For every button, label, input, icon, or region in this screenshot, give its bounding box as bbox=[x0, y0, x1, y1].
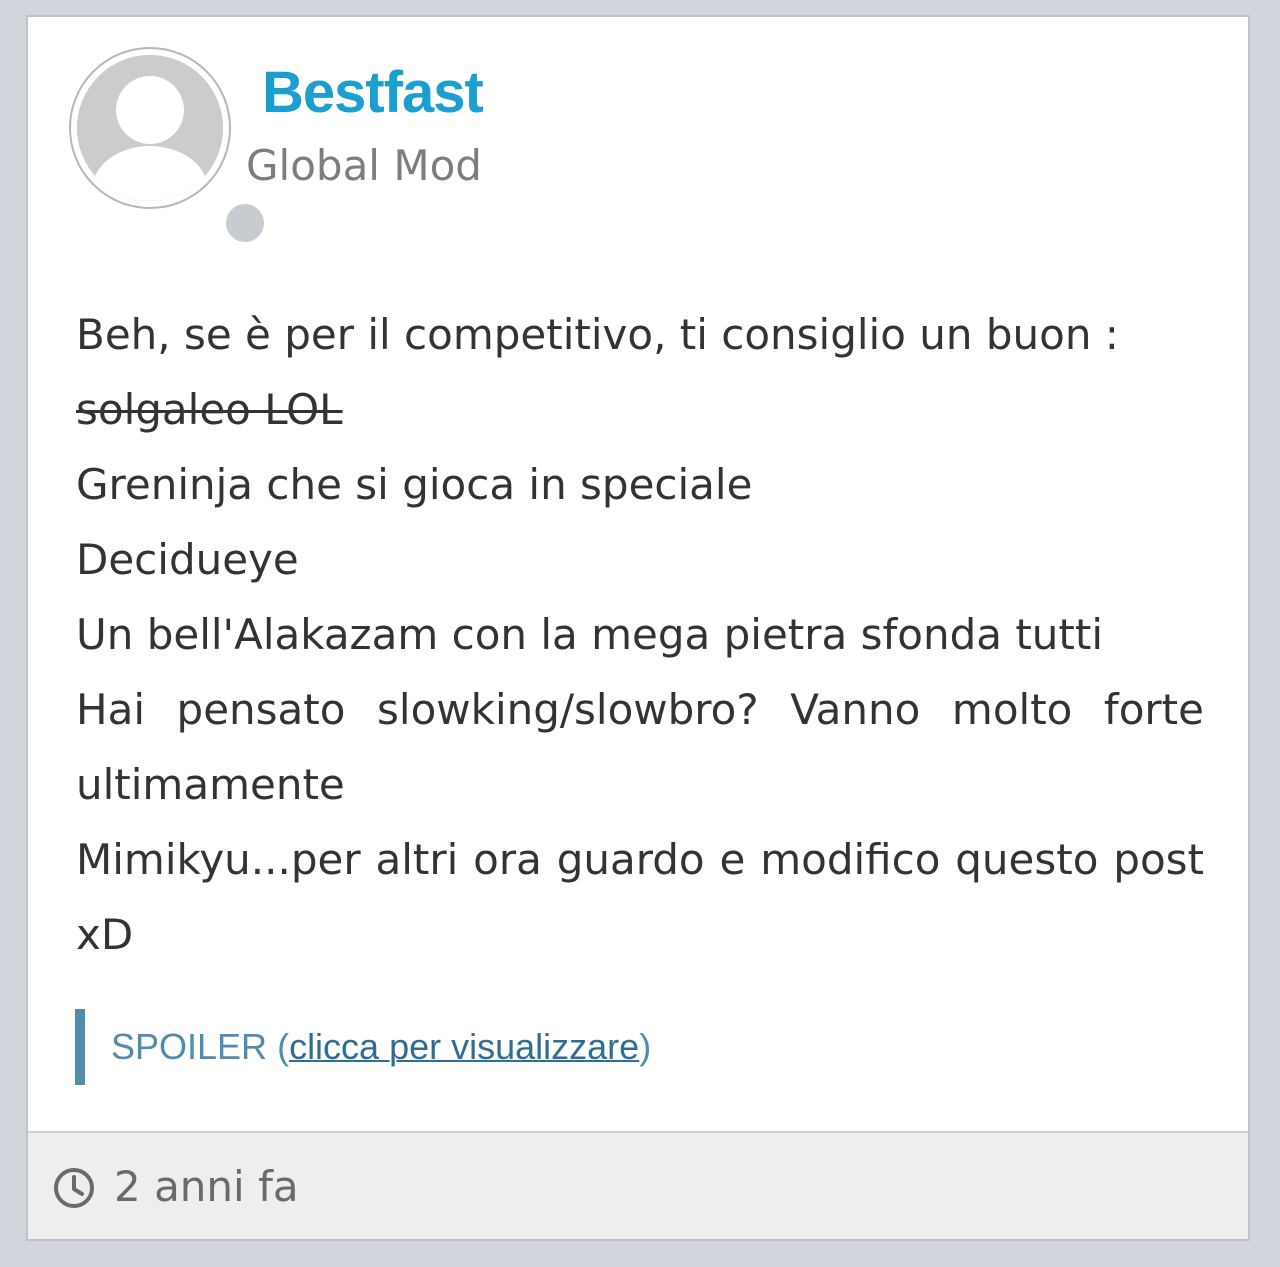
post-line: Decidueye bbox=[76, 535, 299, 584]
post-line: Greninja che si gioca in speciale bbox=[76, 460, 753, 509]
spoiler-label: SPOILER bbox=[111, 1026, 268, 1067]
clock-icon bbox=[54, 1168, 94, 1208]
post-card: Bestfast Global Mod Beh, se è per il com… bbox=[26, 15, 1250, 1241]
status-dot-icon bbox=[223, 201, 267, 245]
post-timestamp[interactable]: 2 anni fa bbox=[114, 1157, 299, 1217]
spoiler-close-paren: ) bbox=[639, 1026, 652, 1067]
post-line: Mimikyu...per altri ora guardo e modific… bbox=[76, 835, 1204, 959]
author-name[interactable]: Bestfast bbox=[262, 61, 484, 125]
user-silhouette-icon bbox=[77, 55, 223, 201]
spoiler-reveal-link[interactable]: clicca per visualizzare bbox=[289, 1026, 639, 1067]
post-line-strikethrough: solgaleo LOL bbox=[76, 385, 343, 434]
post-line: Un bell'Alakazam con la mega pietra sfon… bbox=[76, 610, 1104, 659]
spoiler-open-paren: ( bbox=[267, 1026, 290, 1067]
spoiler-block[interactable]: SPOILER (clicca per visualizzare) bbox=[75, 1009, 651, 1085]
post-line: Beh, se è per il competitivo, ti consigl… bbox=[76, 310, 1119, 359]
avatar[interactable] bbox=[69, 47, 267, 245]
post-body: Beh, se è per il competitivo, ti consigl… bbox=[76, 297, 1204, 972]
author-role: Global Mod bbox=[246, 141, 482, 190]
post-line: Hai pensato slowking/slowbro? Vanno molt… bbox=[76, 685, 1204, 809]
post-footer: 2 anni fa bbox=[28, 1131, 1248, 1239]
